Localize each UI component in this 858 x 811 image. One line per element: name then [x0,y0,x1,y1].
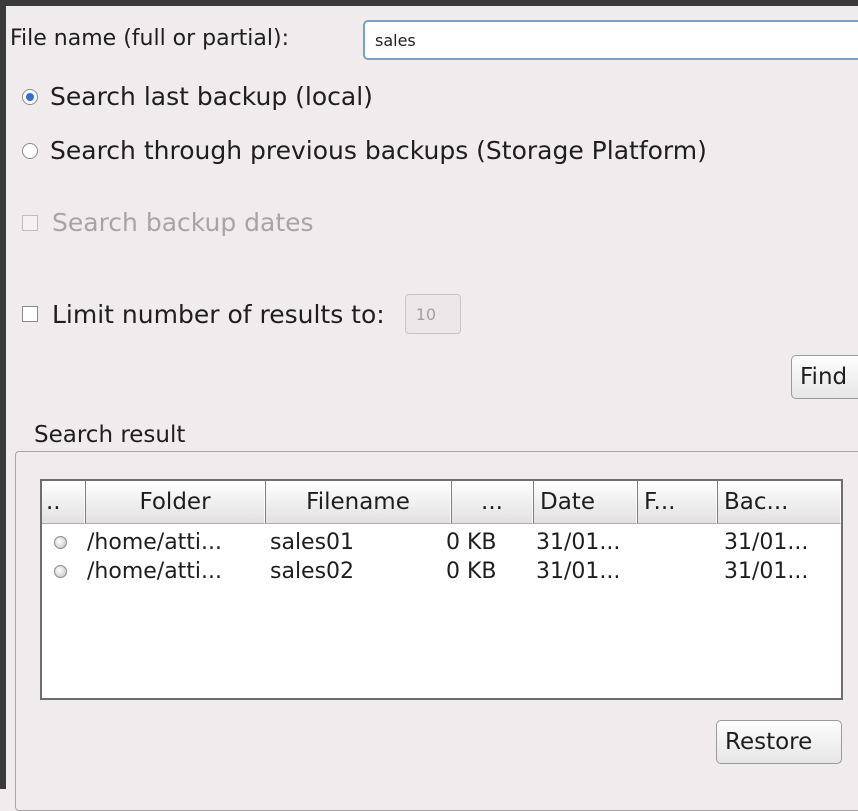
restore-button-label: Restore [725,729,813,755]
filename-label: File name (full or partial): [10,26,289,51]
row-select-cell[interactable] [42,536,87,549]
limit-results-checkbox[interactable] [22,306,38,322]
filename-cell: sales02 [270,559,355,584]
find-button[interactable]: Find [791,355,858,399]
results-table-header: .. Folder Filename ... Date F... Bac... [42,481,841,524]
limit-results-row[interactable]: Limit number of results to: 10 [22,294,461,334]
folder-cell: /home/atti... [87,559,223,584]
column-header-folder[interactable]: Folder [85,481,265,524]
folder-cell: /home/atti... [87,530,223,555]
radio-previous-backups-label: Search through previous backups (Storage… [50,136,707,165]
row-select-radio[interactable] [54,536,67,549]
find-button-label: Find [800,364,848,390]
radio-previous-backups-row[interactable]: Search through previous backups (Storage… [22,136,707,165]
radio-previous-backups[interactable] [22,142,38,159]
size-cell: 0 KB [446,530,497,555]
search-dates-label: Search backup dates [52,208,314,237]
row-select-cell[interactable] [42,565,87,578]
search-dates-checkbox [22,214,38,231]
date-cell: 31/01... [536,559,621,584]
radio-last-backup-row[interactable]: Search last backup (local) [22,82,373,111]
table-row[interactable]: /home/atti... sales02 0 KB 31/01... 31/0… [42,557,841,586]
column-header-backup[interactable]: Bac... [717,481,841,524]
column-header-size[interactable]: ... [451,481,533,524]
limit-results-value: 10 [415,304,437,324]
radio-last-backup-label: Search last backup (local) [50,82,373,111]
filename-input[interactable]: sales [363,20,858,60]
limit-results-label: Limit number of results to: [52,299,385,329]
results-table: .. Folder Filename ... Date F... Bac... … [40,479,843,700]
row-select-radio[interactable] [54,565,67,578]
column-header-filename[interactable]: Filename [265,481,451,524]
column-header-f[interactable]: F... [637,481,717,524]
column-header-date[interactable]: Date [533,481,637,524]
restore-button[interactable]: Restore [716,720,842,764]
radio-last-backup[interactable] [22,88,38,105]
limit-results-field: 10 [404,294,461,334]
column-header-select[interactable]: .. [42,481,85,524]
size-cell: 0 KB [446,559,497,584]
date-cell: 31/01... [536,530,621,555]
backup-cell: 31/01... [724,530,809,555]
search-dates-row: Search backup dates [22,208,314,237]
table-row[interactable]: /home/atti... sales01 0 KB 31/01... 31/0… [42,528,841,557]
search-result-title: Search result [32,422,188,448]
filename-input-value: sales [375,30,416,50]
backup-cell: 31/01... [724,559,809,584]
filename-cell: sales01 [270,530,355,555]
